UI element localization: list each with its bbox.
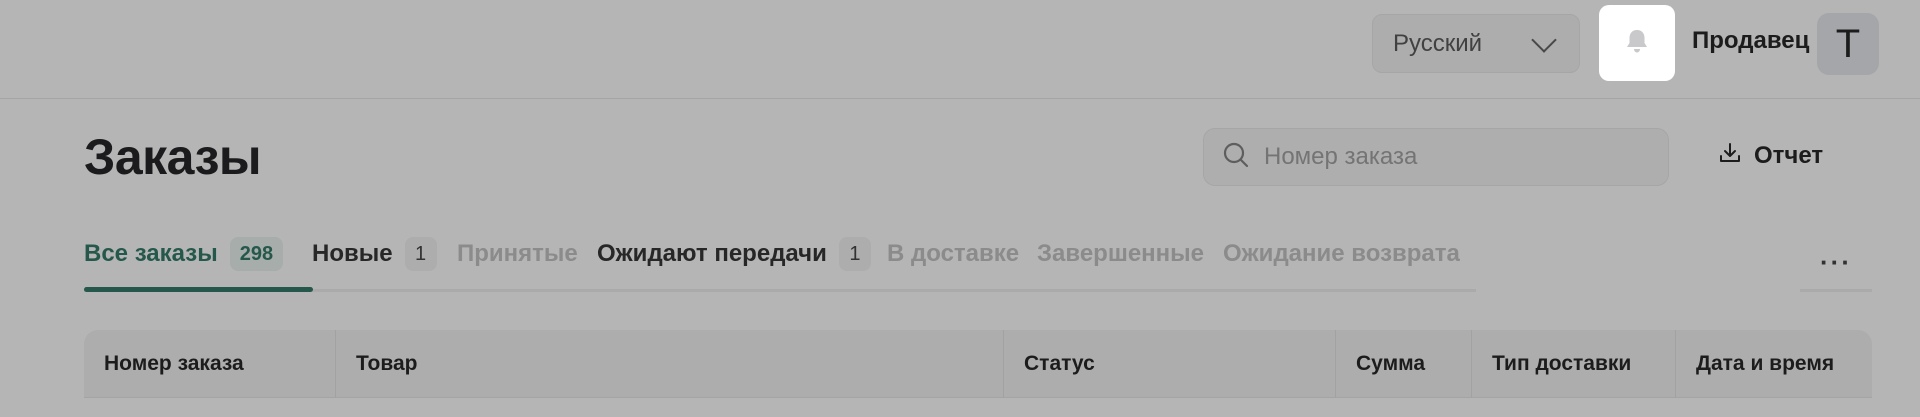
column-header-product[interactable]: Товар — [336, 330, 1004, 398]
tab-accepted[interactable]: Принятые — [457, 232, 578, 276]
tab-label: В доставке — [887, 240, 1020, 267]
page-title: Заказы — [84, 129, 262, 185]
search-input[interactable] — [1264, 143, 1644, 171]
column-header-status[interactable]: Статус — [1004, 330, 1336, 398]
orders-table-header: Номер заказа Товар Статус Сумма Тип дост… — [84, 330, 1872, 398]
notifications-button[interactable] — [1599, 5, 1675, 81]
tab-count-badge: 298 — [229, 237, 284, 271]
tab-completed[interactable]: Завершенные — [1037, 232, 1204, 276]
tab-count-badge: 1 — [404, 237, 437, 271]
search-icon — [1222, 141, 1250, 174]
column-header-delivery-type[interactable]: Тип доставки — [1472, 330, 1676, 398]
tab-awaiting-handover[interactable]: Ожидают передачи 1 — [597, 232, 871, 276]
avatar[interactable]: T — [1817, 13, 1879, 75]
more-horizontal-icon: ··· — [1820, 247, 1852, 277]
download-icon — [1718, 141, 1742, 172]
tab-label: Новые — [312, 240, 393, 267]
tab-count-badge: 1 — [838, 237, 871, 271]
status-tabs: Все заказы 298 Новые 1 Принятые Ожидают … — [84, 232, 1476, 292]
tab-in-delivery[interactable]: В доставке — [887, 232, 1019, 276]
language-select-value: Русский — [1393, 29, 1483, 57]
column-header-order-number[interactable]: Номер заказа — [84, 330, 336, 398]
report-button[interactable]: Отчет — [1718, 138, 1823, 174]
tab-label: Все заказы — [84, 240, 218, 267]
chevron-down-icon — [1531, 26, 1557, 53]
tab-all-orders[interactable]: Все заказы 298 — [84, 232, 284, 276]
more-tabs-button[interactable]: ··· — [1800, 236, 1872, 292]
search-box[interactable] — [1203, 128, 1669, 186]
tab-new[interactable]: Новые 1 — [312, 232, 437, 276]
tab-label: Принятые — [457, 240, 578, 267]
user-name: Продавец — [1692, 27, 1810, 54]
column-header-amount[interactable]: Сумма — [1336, 330, 1472, 398]
active-tab-indicator — [84, 287, 313, 292]
tab-label: Ожидание возврата — [1223, 240, 1460, 267]
bell-icon — [1624, 27, 1650, 60]
tab-label: Ожидают передачи — [597, 240, 827, 267]
tab-awaiting-return[interactable]: Ожидание возврата — [1223, 232, 1460, 276]
language-select[interactable]: Русский — [1372, 14, 1580, 73]
report-button-label: Отчет — [1754, 142, 1824, 169]
column-header-date-time[interactable]: Дата и время — [1676, 330, 1872, 398]
tab-label: Завершенные — [1037, 240, 1205, 267]
